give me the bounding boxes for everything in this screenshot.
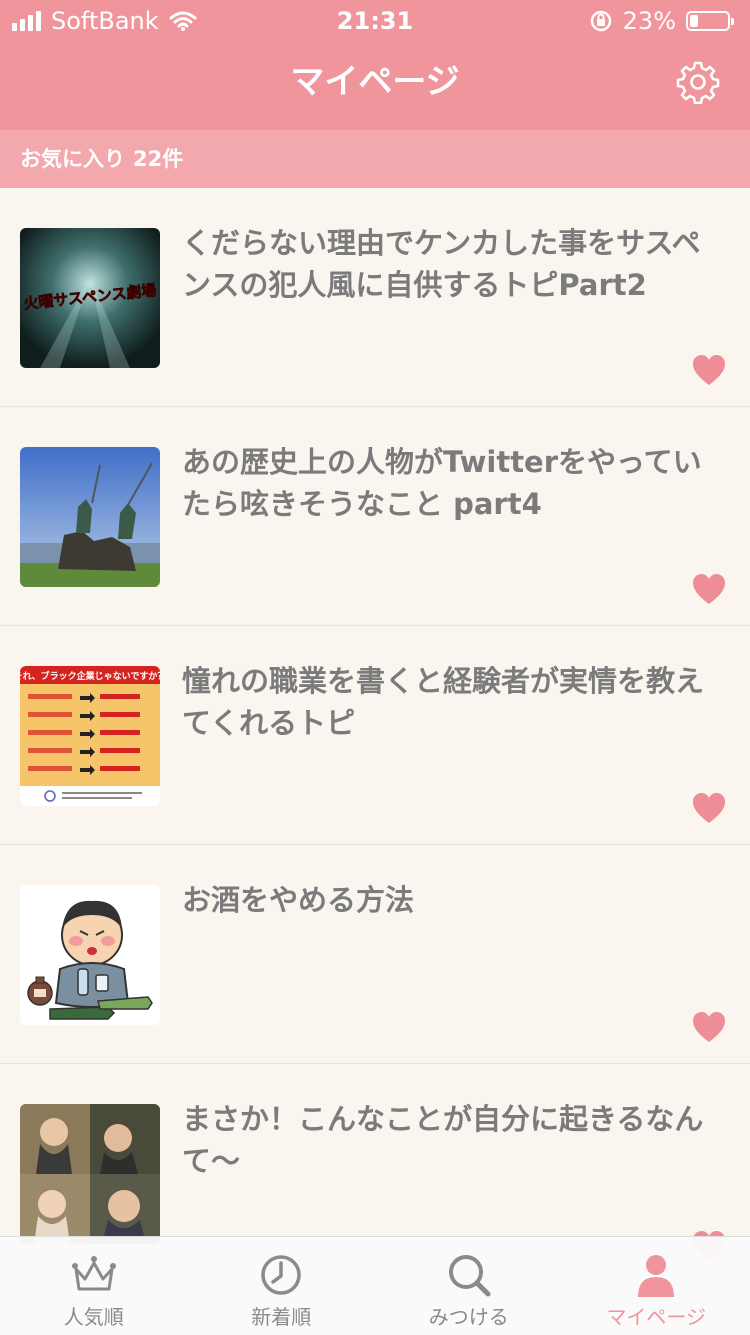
item-title: くだらない理由でケンカした事をサスペンスの犯人風に自供するトピPart2 xyxy=(182,222,728,306)
battery-icon xyxy=(686,11,730,31)
heart-icon[interactable] xyxy=(692,354,726,386)
search-icon xyxy=(445,1251,493,1299)
status-right: 23% xyxy=(589,7,730,35)
thumbnail-image xyxy=(20,885,160,1025)
tab-label: 新着順 xyxy=(188,1301,376,1330)
favorites-label: お気に入り xyxy=(20,147,125,171)
item-title: お酒をやめる方法 xyxy=(182,879,728,921)
heart-icon[interactable] xyxy=(692,573,726,605)
tab-label: 人気順 xyxy=(0,1301,188,1330)
tab-bar: 人気順 新着順 みつける マイページ xyxy=(0,1236,750,1335)
favorites-list: 火曜サスペンス劇場 くだらない理由でケンカした事をサスペンスの犯人風に自供するト… xyxy=(0,188,750,1283)
item-title: まさか！こんなことが自分に起きるなんて〜 xyxy=(182,1098,728,1182)
battery-percent: 23% xyxy=(623,7,676,35)
heart-icon[interactable] xyxy=(692,1011,726,1043)
tab-label: マイページ xyxy=(563,1301,750,1330)
tab-search[interactable]: みつける xyxy=(375,1237,563,1335)
crown-icon xyxy=(70,1251,118,1299)
thumbnail-image xyxy=(20,447,160,587)
tab-popular[interactable]: 人気順 xyxy=(0,1237,188,1335)
status-bar: SoftBank 21:31 23% xyxy=(0,0,750,40)
list-item[interactable]: あの歴史上の人物がTwitterをやっていたら呟きそうなこと part4 xyxy=(0,407,750,626)
gear-icon[interactable] xyxy=(676,60,720,104)
item-title: あの歴史上の人物がTwitterをやっていたら呟きそうなこと part4 xyxy=(182,441,728,525)
thumbnail-image: 火曜サスペンス劇場 xyxy=(20,228,160,368)
item-title: 憧れの職業を書くと経験者が実情を教えてくれるトピ xyxy=(182,660,728,744)
list-item[interactable]: 火曜サスペンス劇場 くだらない理由でケンカした事をサスペンスの犯人風に自供するト… xyxy=(0,188,750,407)
clock-icon xyxy=(257,1251,305,1299)
thumbnail-image: それ、ブラック企業じゃないですか？ xyxy=(20,666,160,806)
thumbnail-image xyxy=(20,1104,160,1244)
person-icon xyxy=(632,1251,680,1299)
list-item[interactable]: それ、ブラック企業じゃないですか？ xyxy=(0,626,750,845)
navigation-bar: マイページ xyxy=(0,40,750,130)
heart-icon[interactable] xyxy=(692,792,726,824)
page-title: マイページ xyxy=(0,40,750,124)
battery-level xyxy=(690,15,698,27)
orientation-lock-icon xyxy=(589,9,613,33)
favorites-header: お気に入り 22件 xyxy=(0,130,750,188)
list-item[interactable]: お酒をやめる方法 xyxy=(0,845,750,1064)
tab-new[interactable]: 新着順 xyxy=(188,1237,376,1335)
tab-label: みつける xyxy=(375,1301,563,1330)
favorites-count: 22件 xyxy=(133,147,183,171)
thumbnail-text: それ、ブラック企業じゃないですか？ xyxy=(20,670,160,682)
tab-mypage[interactable]: マイページ xyxy=(563,1237,750,1335)
